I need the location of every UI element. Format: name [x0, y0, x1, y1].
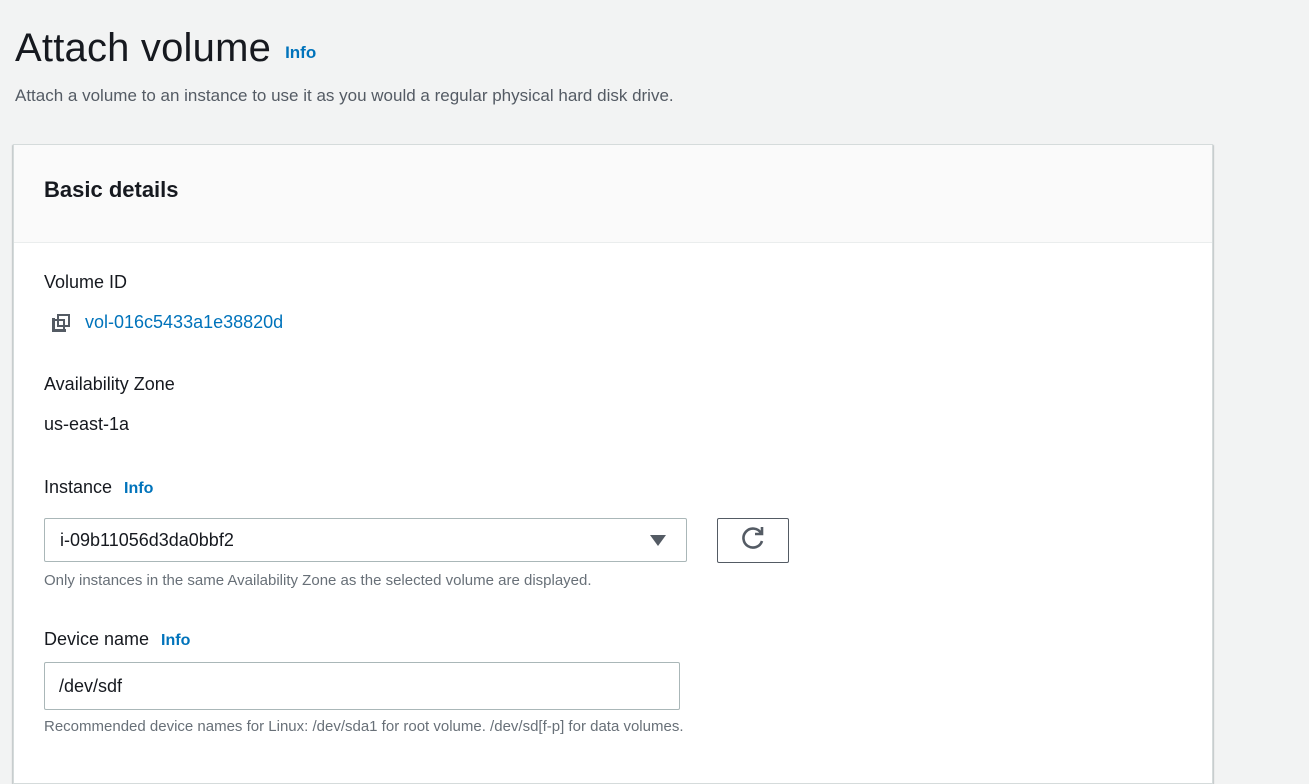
volume-id-row: vol-016c5433a1e38820d	[51, 312, 283, 333]
instance-hint: Only instances in the same Availability …	[44, 572, 592, 589]
device-name-label-row: Device name Info	[44, 629, 190, 650]
instance-info-link[interactable]: Info	[124, 480, 153, 497]
instance-label: Instance	[44, 477, 113, 497]
refresh-icon	[739, 524, 767, 557]
page-title: Attach volume	[15, 26, 272, 70]
page-description: Attach a volume to an instance to use it…	[15, 86, 674, 105]
copy-icon[interactable]	[51, 313, 71, 333]
volume-id-label: Volume ID	[44, 272, 128, 292]
device-name-input[interactable]	[44, 662, 680, 710]
page-info-link[interactable]: Info	[285, 43, 316, 63]
panel-header: Basic details	[14, 145, 1212, 243]
volume-id-link[interactable]: vol-016c5433a1e38820d	[85, 312, 283, 333]
instance-select[interactable]: i-09b11056d3da0bbf2	[44, 518, 687, 562]
device-name-info-link[interactable]: Info	[161, 632, 190, 649]
panel-title: Basic details	[44, 177, 179, 202]
caret-down-icon	[650, 535, 666, 546]
page-header: Attach volume Info	[15, 22, 316, 74]
instance-select-value: i-09b11056d3da0bbf2	[60, 530, 234, 550]
availability-zone-value: us-east-1a	[44, 414, 130, 434]
page-title-row: Attach volume Info	[15, 22, 316, 74]
refresh-button[interactable]	[717, 518, 789, 563]
device-name-hint: Recommended device names for Linux: /dev…	[44, 718, 684, 735]
device-name-label: Device name	[44, 629, 150, 649]
instance-label-row: Instance Info	[44, 477, 153, 498]
availability-zone-label: Availability Zone	[44, 374, 175, 394]
basic-details-panel: Basic details Volume ID vol-016c5433a1e3…	[13, 144, 1213, 784]
